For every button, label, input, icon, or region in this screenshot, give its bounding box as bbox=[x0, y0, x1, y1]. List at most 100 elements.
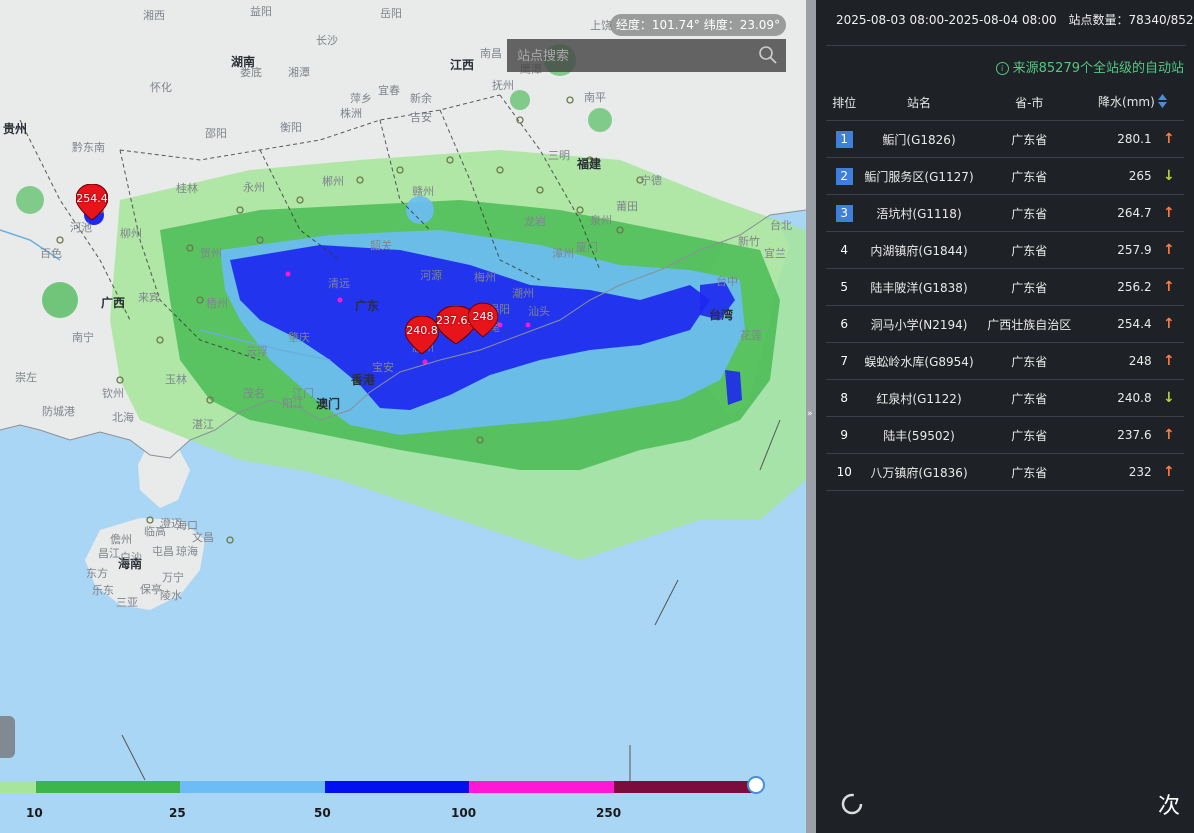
place-label: 宜春 bbox=[378, 84, 400, 97]
region-cell: 广东省 bbox=[975, 157, 1083, 195]
header-rain-sortable[interactable]: 降水(mm) bbox=[1082, 84, 1184, 121]
place-label: 茂名 bbox=[243, 387, 265, 400]
rank-cell: 7 bbox=[826, 342, 863, 380]
province-label-jiangxi: 江西 bbox=[450, 58, 475, 72]
place-label: 泉州 bbox=[590, 214, 612, 227]
arrow-up-icon: ↑ bbox=[1162, 205, 1175, 221]
place-label: 万宁 bbox=[162, 571, 184, 584]
table-row[interactable]: 7 蜈蚣岭水库(G8954) 广东省 248 ↑ bbox=[826, 342, 1184, 380]
trend-cell: ↓ bbox=[1153, 157, 1184, 195]
place-label: 黔东南 bbox=[72, 141, 105, 154]
region-cell: 广东省 bbox=[975, 120, 1083, 158]
table-row[interactable]: 1 鲘门(G1826) 广东省 280.1 ↑ bbox=[826, 120, 1184, 158]
place-label: 宁德 bbox=[640, 174, 662, 187]
legend-slider-handle[interactable] bbox=[747, 776, 765, 794]
rain-marker-254[interactable]: 254.4 bbox=[75, 183, 109, 221]
legend-seg bbox=[469, 781, 614, 793]
rank-badge: 8 bbox=[840, 390, 849, 405]
rank-badge: 7 bbox=[840, 353, 849, 368]
collapse-arrow-icon[interactable]: » bbox=[807, 409, 813, 419]
sort-icon[interactable] bbox=[1157, 93, 1168, 112]
region-cell: 广东省 bbox=[975, 379, 1083, 417]
rank-badge: 1 bbox=[835, 130, 853, 148]
place-label: 怀化 bbox=[150, 81, 172, 94]
place-label: 吉安 bbox=[410, 111, 432, 124]
place-label: 岳阳 bbox=[380, 7, 402, 20]
rain-cell: 256.2 bbox=[1082, 268, 1154, 306]
panel-splitter[interactable]: » bbox=[806, 0, 816, 833]
place-label: 梧州 bbox=[206, 297, 228, 310]
marker-label: 254.4 bbox=[76, 192, 108, 205]
station-cell[interactable]: 洞马小学(N2194) bbox=[862, 305, 976, 343]
city-label-macau: 澳门 bbox=[316, 397, 341, 411]
station-cell[interactable]: 鲘门(G1826) bbox=[862, 120, 976, 158]
place-label: 乐东 bbox=[92, 584, 114, 597]
place-label: 儋州 bbox=[110, 533, 132, 546]
loading-spinner-icon[interactable] bbox=[840, 792, 864, 816]
place-label: 花莲 bbox=[740, 329, 762, 342]
region-cell: 广东省 bbox=[975, 453, 1083, 491]
place-label: 梅州 bbox=[474, 271, 496, 284]
layer-toggle-tab[interactable] bbox=[0, 716, 15, 758]
region-cell: 广东省 bbox=[975, 231, 1083, 269]
table-row[interactable]: 6 洞马小学(N2194) 广西壮族自治区 254.4 ↑ bbox=[826, 305, 1184, 343]
station-search[interactable] bbox=[507, 39, 786, 72]
arrow-down-icon: ↓ bbox=[1162, 168, 1175, 184]
table-row[interactable]: 8 红泉村(G1122) 广东省 240.8 ↓ bbox=[826, 379, 1184, 417]
place-label: 湘西 bbox=[143, 9, 165, 22]
rank-cell: 8 bbox=[826, 379, 863, 417]
trend-cell: ↑ bbox=[1153, 120, 1184, 158]
table-row[interactable]: 2 鲘门服务区(G1127) 广东省 265 ↓ bbox=[826, 157, 1184, 195]
rank-badge: 6 bbox=[840, 316, 849, 331]
place-label: 永州 bbox=[243, 181, 265, 194]
table-row[interactable]: 4 内湖镇府(G1844) 广东省 257.9 ↑ bbox=[826, 231, 1184, 269]
region-cell: 广西壮族自治区 bbox=[975, 305, 1083, 343]
place-label: 清远 bbox=[328, 277, 350, 290]
rain-cell: 264.7 bbox=[1082, 194, 1154, 232]
place-label: 河池 bbox=[70, 221, 92, 234]
trend-cell: ↑ bbox=[1153, 268, 1184, 306]
next-button[interactable]: 次 bbox=[1158, 788, 1180, 820]
rain-marker-240[interactable]: 240.8 bbox=[404, 315, 440, 355]
place-label: 桂林 bbox=[176, 182, 198, 195]
station-cell[interactable]: 陆丰陂洋(G1838) bbox=[862, 268, 976, 306]
rain-marker-248[interactable]: 248 bbox=[467, 302, 499, 338]
station-search-input[interactable] bbox=[515, 45, 759, 67]
place-label: 南宁 bbox=[72, 331, 94, 344]
rank-cell: 10 bbox=[826, 453, 863, 491]
table-row[interactable]: 9 陆丰(59502) 广东省 237.6 ↑ bbox=[826, 416, 1184, 454]
arrow-up-icon: ↑ bbox=[1162, 353, 1175, 369]
divider-line bbox=[826, 45, 1186, 46]
rank-badge: 5 bbox=[840, 279, 849, 294]
rain-cell: 265 bbox=[1082, 157, 1154, 195]
table-row[interactable]: 10 八万镇府(G1836) 广东省 232 ↑ bbox=[826, 453, 1184, 491]
place-label: 昌江 bbox=[98, 547, 120, 560]
trend-cell: ↑ bbox=[1153, 453, 1184, 491]
arrow-up-icon: ↑ bbox=[1162, 131, 1175, 147]
station-cell[interactable]: 八万镇府(G1836) bbox=[862, 453, 976, 491]
station-cell[interactable]: 蜈蚣岭水库(G8954) bbox=[862, 342, 976, 380]
place-label: 河源 bbox=[420, 269, 442, 282]
place-label: 三亚 bbox=[116, 596, 138, 609]
region-cell: 广东省 bbox=[975, 342, 1083, 380]
rain-map[interactable]: 湖南 江西 贵州 广西 广东 福建 台湾 海南 香港 澳门 湘西 邵阳 衡阳 株… bbox=[0, 0, 806, 833]
table-row[interactable]: 5 陆丰陂洋(G1838) 广东省 256.2 ↑ bbox=[826, 268, 1184, 306]
arrow-up-icon: ↑ bbox=[1162, 427, 1175, 443]
rank-cell: 4 bbox=[826, 231, 863, 269]
place-label: 江门 bbox=[292, 387, 314, 400]
time-range: 2025-08-03 08:00-2025-08-04 08:00 bbox=[836, 13, 1057, 27]
rank-badge: 4 bbox=[840, 242, 849, 257]
header-region: 省-市 bbox=[975, 84, 1083, 121]
station-cell[interactable]: 内湖镇府(G1844) bbox=[862, 231, 976, 269]
station-cell[interactable]: 陆丰(59502) bbox=[862, 416, 976, 454]
rain-cell: 280.1 bbox=[1082, 120, 1154, 158]
place-label: 上饶 bbox=[590, 19, 612, 32]
place-label: 赣州 bbox=[412, 185, 434, 198]
search-icon[interactable] bbox=[758, 45, 778, 69]
station-cell[interactable]: 浯坑村(G1118) bbox=[862, 194, 976, 232]
region-cell: 广东省 bbox=[975, 194, 1083, 232]
station-cell[interactable]: 鲘门服务区(G1127) bbox=[862, 157, 976, 195]
table-row[interactable]: 3 浯坑村(G1118) 广东省 264.7 ↑ bbox=[826, 194, 1184, 232]
rank-badge: 10 bbox=[836, 464, 852, 479]
station-cell[interactable]: 红泉村(G1122) bbox=[862, 379, 976, 417]
